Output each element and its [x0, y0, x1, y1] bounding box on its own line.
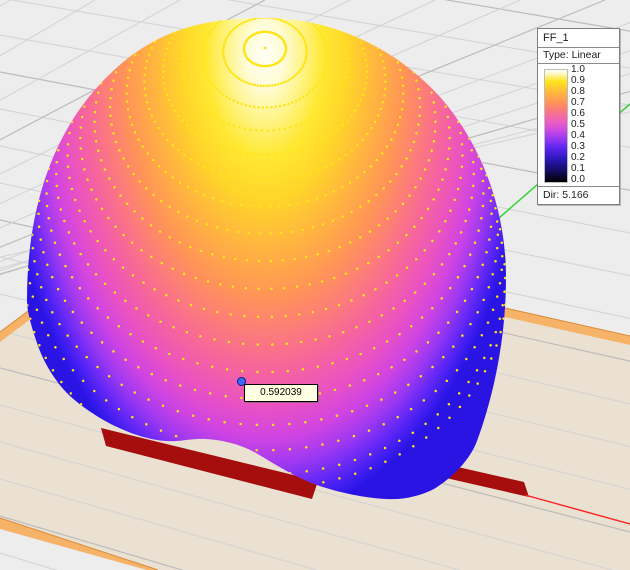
- colorbar-tick-labels: 1.0 0.9 0.8 0.7 0.6 0.5 0.4 0.3 0.2 0.1 …: [571, 64, 611, 186]
- pick-value-tooltip: 0.592039: [244, 384, 318, 402]
- legend-title: FF_1: [538, 29, 619, 48]
- tick-label: 0.3: [571, 142, 611, 152]
- tick-label: 0.8: [571, 87, 611, 97]
- farfield-scene[interactable]: [0, 0, 630, 570]
- legend-colorbar-section: 1.0 0.9 0.8 0.7 0.6 0.5 0.4 0.3 0.2 0.1 …: [538, 64, 619, 187]
- tick-label: 0.2: [571, 153, 611, 163]
- 3d-viewport[interactable]: FF_1 Type: Linear 1.0 0.9 0.8 0.7 0.6 0.…: [0, 0, 630, 570]
- tick-label: 0.7: [571, 98, 611, 108]
- colorbar-gradient: [544, 69, 568, 183]
- tick-label: 0.0: [571, 175, 611, 185]
- tick-label: 0.9: [571, 76, 611, 86]
- farfield-legend: FF_1 Type: Linear 1.0 0.9 0.8 0.7 0.6 0.…: [537, 28, 620, 205]
- tick-label: 0.1: [571, 164, 611, 174]
- legend-scale-type: Type: Linear: [538, 48, 619, 64]
- legend-directivity: Dir: 5.166: [538, 187, 619, 204]
- tick-label: 0.4: [571, 131, 611, 141]
- tick-label: 0.5: [571, 120, 611, 130]
- tick-label: 0.6: [571, 109, 611, 119]
- tick-label: 1.0: [571, 65, 611, 75]
